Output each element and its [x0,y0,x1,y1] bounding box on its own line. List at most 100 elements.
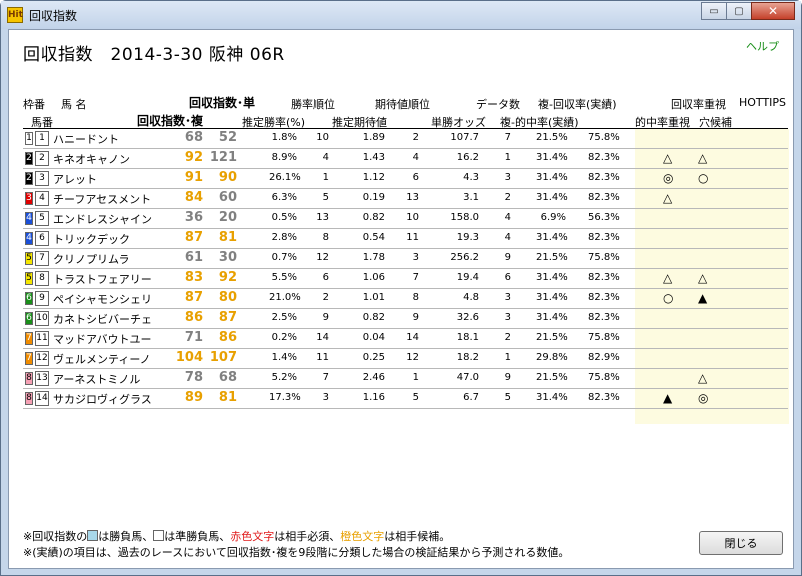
hit-focus-mark: ◎ [663,171,674,185]
table-row[interactable]: 4 6 トリックデック 87 81 2.8% 8 0.54 11 19.3 4 31.4% 82.3% [23,229,788,249]
win-rank-value: 3 [322,392,329,403]
close-icon: ✕ [767,4,779,18]
waku-badge: 4 [25,212,33,225]
place-return-value: 82.3% [588,152,620,163]
est-exp-value: 1.43 [362,152,385,163]
exp-rank-value: 13 [406,192,419,203]
horse-name: エンドレスシャイン [53,213,152,226]
table-row[interactable]: 5 8 トラストフェアリー 83 92 5.5% 6 1.06 7 19.4 6 31.4% 82.3%… [23,269,788,289]
place-return-value: 82.3% [588,312,620,323]
est-exp-value: 1.01 [362,292,385,303]
place-hit-value: 21.5% [536,332,568,343]
data-count-value: 9 [504,252,511,263]
col-exp-rank: 期待値順位 [375,98,430,111]
data-count-value: 9 [504,372,511,383]
place-return-value: 75.8% [588,252,620,263]
table-row[interactable]: 8 14 サカジロヴィグラス 89 81 17.3% 3 1.16 5 6.7 5 31.4% 82.3… [23,389,788,409]
close-window-button[interactable]: ✕ [751,2,795,20]
idx-place-value: 121 [209,150,237,165]
idx-place-value: 81 [218,230,237,245]
est-exp-value: 0.25 [362,352,385,363]
exp-rank-value: 12 [406,352,419,363]
exp-rank-value: 6 [412,172,419,183]
win-rank-value: 9 [322,312,329,323]
win-odds-value: 19.3 [456,232,479,243]
idx-place-value: 80 [218,290,237,305]
est-win-value: 2.8% [271,232,297,243]
horse-name: サカジロヴィグラス [53,393,152,406]
legend-line-2: ※(実績)の項目は、過去のレースにおいて回収指数･複を9段階に分類した場合の検証… [23,546,570,559]
umaban-badge: 10 [35,311,49,326]
waku-badge: 8 [25,392,33,405]
title-bar[interactable]: Hit 回収指数 ▭ ▢ ✕ [1,1,801,29]
minimize-button[interactable]: ▭ [701,2,727,20]
place-return-value: 82.3% [588,392,620,403]
table-row[interactable]: 7 12 ヴェルメンティーノ 104 107 1.4% 11 0.25 12 18.2 1 29.8%… [23,349,788,369]
data-count-value: 5 [504,392,511,403]
data-count-value: 4 [504,212,511,223]
idx-place-value: 86 [218,330,237,345]
waku-badge: 4 [25,232,33,245]
est-exp-value: 0.04 [362,332,385,343]
place-return-value: 82.3% [588,192,620,203]
exp-rank-value: 14 [406,332,419,343]
place-return-value: 82.3% [588,172,620,183]
est-exp-value: 1.89 [362,132,385,143]
win-rank-value: 7 [322,372,329,383]
col-hottips: HOTTIPS [739,96,787,109]
maximize-icon: ▢ [734,5,744,17]
est-win-value: 5.2% [271,372,297,383]
hit-focus-mark: △ [663,151,673,165]
table-row[interactable]: 4 5 エンドレスシャイン 36 20 0.5% 13 0.82 10 158.0 4 6.9% 56.… [23,209,788,229]
umaban-badge: 7 [35,251,49,266]
place-hit-value: 21.5% [536,372,568,383]
client-area: 回収指数 2014-3-30 阪神 06R ヘルプ 枠番 馬 名 馬番 回収指数… [8,29,794,569]
horse-name: アレット [53,173,97,186]
idx-single-value: 89 [184,390,203,405]
col-uma-name: 馬 名 [61,98,87,111]
data-count-value: 1 [504,352,511,363]
maximize-button[interactable]: ▢ [726,2,752,20]
waku-badge: 1 [25,132,33,145]
page-title: 回収指数 2014-3-30 阪神 06R [23,45,285,65]
app-window: Hit 回収指数 ▭ ▢ ✕ 回収指数 2014-3-30 阪神 06R ヘルプ… [0,0,802,576]
win-rank-value: 10 [316,132,329,143]
est-win-value: 8.9% [271,152,297,163]
horse-name: クリノプリムラ [53,253,130,266]
place-return-value: 75.8% [588,372,620,383]
horse-name: トリックデック [53,233,130,246]
table-row[interactable]: 1 1 ハニードント 68 52 1.8% 10 1.89 2 107.7 7 21.5% 75.8% [23,129,788,149]
est-exp-value: 2.46 [362,372,385,383]
win-rank-value: 2 [322,292,329,303]
est-exp-value: 0.82 [362,212,385,223]
idx-single-value: 78 [184,370,203,385]
close-button[interactable]: 閉じる [699,531,783,555]
table-row[interactable]: 7 11 マッドアバウトユー 71 86 0.2% 14 0.04 14 18.1 2 21.5% 75… [23,329,788,349]
hit-focus-mark: ▲ [663,391,673,405]
win-rank-value: 11 [316,352,329,363]
exp-rank-value: 4 [412,152,419,163]
place-hit-value: 21.5% [536,132,568,143]
place-return-value: 82.9% [588,352,620,363]
table-row[interactable]: 2 2 キネオキャノン 92 121 8.9% 4 1.43 4 16.2 1 31.4% 82.3% △… [23,149,788,169]
umaban-badge: 6 [35,231,49,246]
table-row[interactable]: 6 9 ペイシャモンシェリ 87 80 21.0% 2 1.01 8 4.8 3 31.4% 82.3%… [23,289,788,309]
idx-single-value: 71 [184,330,203,345]
horse-name: カネトシビバーチェ [53,313,152,326]
help-link[interactable]: ヘルプ [746,38,779,54]
est-exp-value: 1.12 [362,172,385,183]
table-row[interactable]: 6 10 カネトシビバーチェ 86 87 2.5% 9 0.82 9 32.6 3 31.4% 82.3… [23,309,788,329]
umaban-badge: 11 [35,331,49,346]
table-row[interactable]: 2 3 アレット 91 90 26.1% 1 1.12 6 4.3 3 31.4% 82.3% ◎ ○ [23,169,788,189]
longshot-mark: △ [698,151,708,165]
table-row[interactable]: 8 13 アーネストミノル 78 68 5.2% 7 2.46 1 47.0 9 21.5% 75.8%… [23,369,788,389]
est-win-value: 0.5% [271,212,297,223]
place-hit-value: 6.9% [540,212,566,223]
data-count-value: 2 [504,332,511,343]
exp-rank-value: 10 [406,212,419,223]
table-row[interactable]: 5 7 クリノプリムラ 61 30 0.7% 12 1.78 3 256.2 9 21.5% 75.8% [23,249,788,269]
exp-rank-value: 2 [412,132,419,143]
table-row[interactable]: 3 4 チーフアセスメント 84 60 6.3% 5 0.19 13 3.1 2 31.4% 82.3%… [23,189,788,209]
place-return-value: 82.3% [588,232,620,243]
win-odds-value: 47.0 [456,372,479,383]
